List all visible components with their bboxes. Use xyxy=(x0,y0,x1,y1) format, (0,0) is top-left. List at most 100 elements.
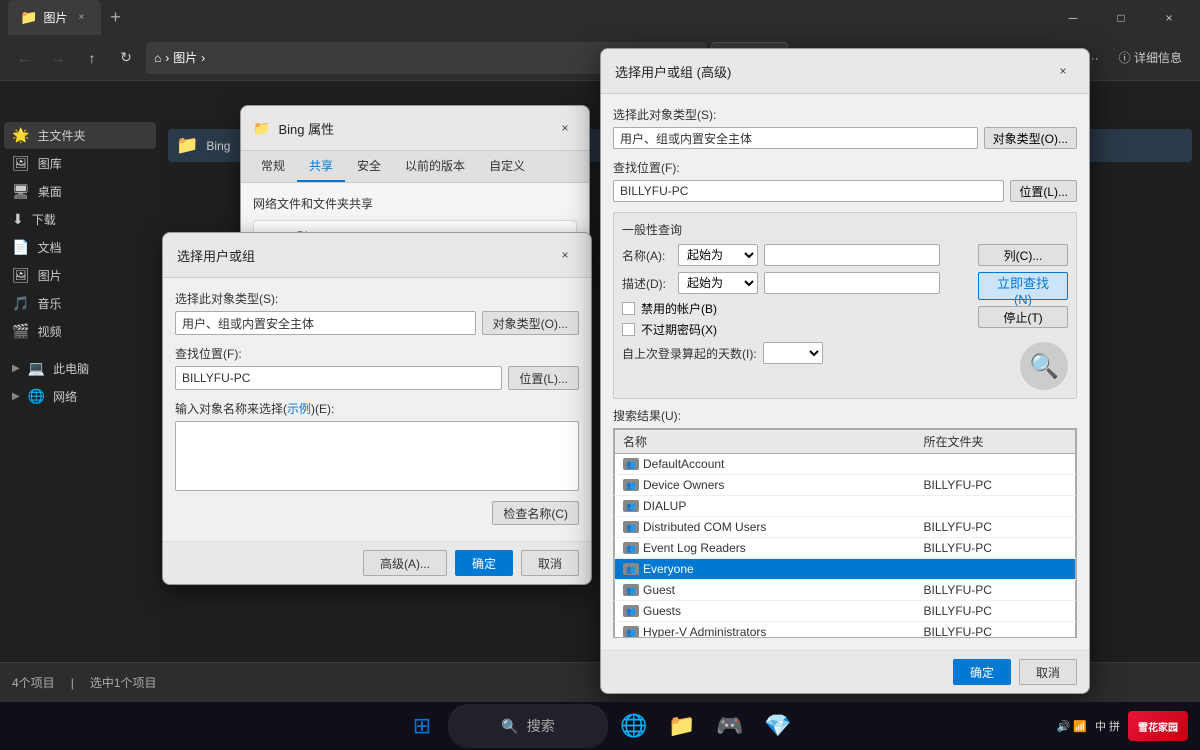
close-btn[interactable]: × xyxy=(1146,4,1192,32)
user-group-icon: 👥 xyxy=(623,521,639,533)
adv-location-section: 查找位置(F): BILLYFU-PC 位置(L)... xyxy=(613,159,1077,202)
user-group-icon: 👥 xyxy=(623,542,639,554)
adv-ok-btn[interactable]: 确定 xyxy=(953,659,1011,685)
sidebar-item-downloads[interactable]: ⬇ 下载 xyxy=(4,206,156,233)
up-btn[interactable]: ↑ xyxy=(76,42,108,74)
forward-btn[interactable]: → xyxy=(42,42,74,74)
name-input-row xyxy=(175,421,579,491)
taskbar-files-btn[interactable]: 📁 xyxy=(660,704,704,748)
sidebar-item-pictures[interactable]: 🖼 图片 xyxy=(4,262,156,289)
results-container[interactable]: 名称 所在文件夹 👥 DefaultAccount 👥 Device Own xyxy=(613,428,1077,638)
bing-dialog-titlebar: 📁 Bing 属性 × xyxy=(241,106,589,151)
selected-count: | xyxy=(71,676,74,690)
sidebar-item-documents[interactable]: 📄 文档 xyxy=(4,234,156,261)
user-location xyxy=(916,559,1076,580)
tab-custom[interactable]: 自定义 xyxy=(477,151,537,182)
sidebar-item-gallery[interactable]: 🖼 图库 xyxy=(4,150,156,177)
list-btn[interactable]: 列(C)... xyxy=(978,244,1068,266)
taskbar-windows-btn[interactable]: ⊞ xyxy=(400,704,444,748)
table-row[interactable]: 👥 Device Owners BILLYFU-PC xyxy=(615,475,1076,496)
user-group-icon: 👥 xyxy=(623,500,639,512)
refresh-btn[interactable]: ↻ xyxy=(110,42,142,74)
table-row[interactable]: 👥 DIALUP xyxy=(615,496,1076,517)
tab-previous[interactable]: 以前的版本 xyxy=(393,151,477,182)
back-btn[interactable]: ← xyxy=(8,42,40,74)
bing-folder-icon: 📁 xyxy=(176,135,198,156)
ok-btn[interactable]: 确定 xyxy=(455,550,513,576)
stop-btn[interactable]: 停止(T) xyxy=(978,306,1068,328)
name-filter-select[interactable]: 起始为 xyxy=(678,244,758,266)
desc-filter-select[interactable]: 起始为 xyxy=(678,272,758,294)
select-user-dialog: 选择用户或组 × 选择此对象类型(S): 用户、组或内置安全主体 对象类型(O)… xyxy=(162,232,592,585)
select-user-close[interactable]: × xyxy=(553,243,577,267)
adv-loc-row: BILLYFU-PC 位置(L)... xyxy=(613,180,1077,202)
sidebar-item-home[interactable]: 🌟 主文件夹 xyxy=(4,122,156,149)
object-type-btn[interactable]: 对象类型(O)... xyxy=(482,311,579,335)
adv-obj-btn[interactable]: 对象类型(O)... xyxy=(984,127,1077,149)
adv-cancel-btn[interactable]: 取消 xyxy=(1019,659,1077,685)
tab-share[interactable]: 共享 xyxy=(297,151,345,182)
table-row[interactable]: 👥 Distributed COM Users BILLYFU-PC xyxy=(615,517,1076,538)
location-btn[interactable]: 位置(L)... xyxy=(508,366,579,390)
address-separator: › xyxy=(165,51,169,65)
search-icon: 🔍 xyxy=(501,718,518,735)
no-expire-checkbox[interactable] xyxy=(622,323,635,336)
adv-close[interactable]: × xyxy=(1051,59,1075,83)
object-name-input[interactable] xyxy=(175,421,579,491)
taskbar-search-btn[interactable]: 🔍 搜索 xyxy=(448,704,608,748)
sidebar-item-videos[interactable]: 🎬 视频 xyxy=(4,318,156,345)
bing-dialog-close[interactable]: × xyxy=(553,116,577,140)
adv-loc-label: 查找位置(F): xyxy=(613,159,1077,176)
taskbar-store-btn[interactable]: 💎 xyxy=(756,704,800,748)
name-filter-input[interactable] xyxy=(764,244,940,266)
detail-info-btn[interactable]: ⓘ 详细信息 xyxy=(1109,42,1192,74)
no-expire-label: 不过期密码(X) xyxy=(641,321,717,338)
taskbar-browser-btn[interactable]: 🌐 xyxy=(612,704,656,748)
location-row: BILLYFU-PC 位置(L)... xyxy=(175,366,579,390)
music-icon: 🎵 xyxy=(12,295,29,312)
tab-security[interactable]: 安全 xyxy=(345,151,393,182)
search-placeholder: 搜索 xyxy=(527,716,555,736)
disabled-accounts-row: 禁用的帐户(B) xyxy=(622,300,940,317)
explorer-tab[interactable]: 📁 图片 × xyxy=(8,0,101,35)
days-label: 自上次登录算起的天数(I): xyxy=(622,345,757,362)
user-name: Device Owners xyxy=(643,478,724,492)
cancel-btn[interactable]: 取消 xyxy=(521,550,579,576)
user-name: Everyone xyxy=(643,562,694,576)
check-names-btn[interactable]: 检查名称(C) xyxy=(492,501,579,525)
tab-general[interactable]: 常规 xyxy=(249,151,297,182)
new-tab-btn[interactable]: + xyxy=(101,4,129,32)
user-group-icon: 👥 xyxy=(623,479,639,491)
select-user-title: 选择用户或组 xyxy=(177,246,553,265)
sidebar-label-videos: 视频 xyxy=(37,323,61,340)
tab-close-btn[interactable]: × xyxy=(73,10,89,26)
sidebar-item-network[interactable]: ▶ 🌐 网络 xyxy=(4,383,156,410)
table-row[interactable]: 👥 Guest BILLYFU-PC xyxy=(615,580,1076,601)
videos-icon: 🎬 xyxy=(12,323,29,340)
advanced-btn[interactable]: 高级(A)... xyxy=(363,550,447,576)
table-row[interactable]: 👥 Event Log Readers BILLYFU-PC xyxy=(615,538,1076,559)
maximize-btn[interactable]: □ xyxy=(1098,4,1144,32)
col-location-header[interactable]: 所在文件夹 xyxy=(916,430,1076,454)
days-select[interactable] xyxy=(763,342,823,364)
sidebar-item-desktop[interactable]: 🖥 桌面 xyxy=(4,178,156,205)
adv-loc-btn[interactable]: 位置(L)... xyxy=(1010,180,1077,202)
table-row[interactable]: 👥 Guests BILLYFU-PC xyxy=(615,601,1076,622)
table-row[interactable]: 👥 Hyper-V Administrators BILLYFU-PC xyxy=(615,622,1076,639)
table-row[interactable]: 👥 Everyone xyxy=(615,559,1076,580)
find-now-btn[interactable]: 立即查找(N) xyxy=(978,272,1068,300)
user-cell: 👥 Device Owners xyxy=(623,478,908,492)
adv-obj-label: 选择此对象类型(S): xyxy=(613,106,1077,123)
desc-filter-input[interactable] xyxy=(764,272,940,294)
example-link[interactable]: 示例 xyxy=(287,402,311,416)
col-name-header[interactable]: 名称 xyxy=(615,430,916,454)
adv-obj-value: 用户、组或内置安全主体 xyxy=(613,127,978,149)
user-name: Guests xyxy=(643,604,681,618)
minimize-btn[interactable]: ─ xyxy=(1050,4,1096,32)
taskbar-game-btn[interactable]: 🎮 xyxy=(708,704,752,748)
sidebar-item-music[interactable]: 🎵 音乐 xyxy=(4,290,156,317)
sidebar-item-pc[interactable]: ▶ 💻 此电脑 xyxy=(4,355,156,382)
user-name: Guest xyxy=(643,583,675,597)
table-row[interactable]: 👥 DefaultAccount xyxy=(615,454,1076,475)
disabled-accounts-checkbox[interactable] xyxy=(622,302,635,315)
